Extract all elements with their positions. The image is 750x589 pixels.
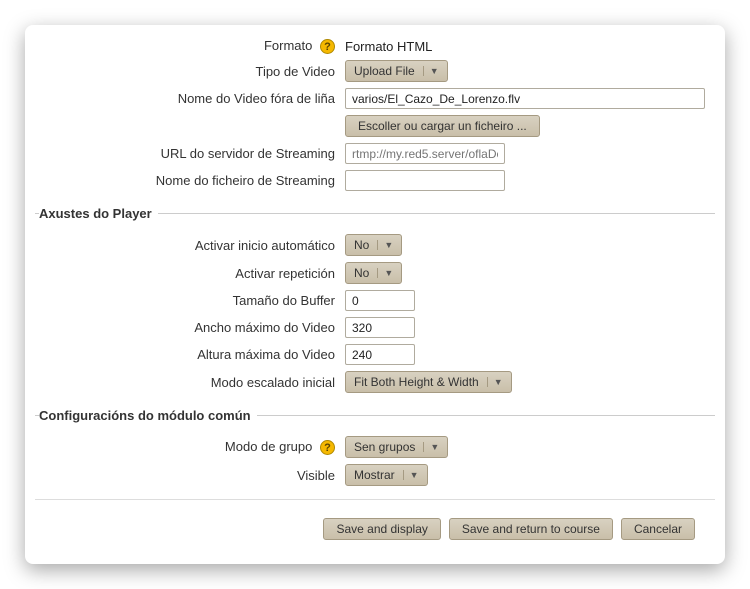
actions-bar: Save and display Save and return to cour…: [35, 499, 715, 544]
chevron-down-icon: ▼: [403, 470, 419, 480]
tipo-video-label: Tipo de Video: [35, 64, 345, 79]
common-legend: Configuracións do módulo común: [39, 408, 257, 423]
visible-select[interactable]: Mostrar ▼: [345, 464, 428, 486]
formato-value: Formato HTML: [345, 39, 432, 54]
width-label: Ancho máximo do Video: [35, 320, 345, 335]
width-input[interactable]: [345, 317, 415, 338]
player-fieldset: Axustes do Player Activar inicio automát…: [35, 206, 715, 396]
nome-video-label: Nome do Video fóra de liña: [35, 91, 345, 106]
autostart-label: Activar inicio automático: [35, 238, 345, 253]
scale-label: Modo escalado inicial: [35, 375, 345, 390]
visible-label: Visible: [35, 468, 345, 483]
group-mode-select[interactable]: Sen grupos ▼: [345, 436, 448, 458]
nome-streaming-input[interactable]: [345, 170, 505, 191]
height-input[interactable]: [345, 344, 415, 365]
save-and-return-button[interactable]: Save and return to course: [449, 518, 613, 540]
scale-select[interactable]: Fit Both Height & Width ▼: [345, 371, 512, 393]
autostart-select[interactable]: No ▼: [345, 234, 402, 256]
cancel-button[interactable]: Cancelar: [621, 518, 695, 540]
repeat-label: Activar repetición: [35, 266, 345, 281]
chevron-down-icon: ▼: [487, 377, 503, 387]
repeat-select[interactable]: No ▼: [345, 262, 402, 284]
player-legend: Axustes do Player: [39, 206, 158, 221]
common-fieldset: Configuracións do módulo común Modo de g…: [35, 408, 715, 489]
save-and-display-button[interactable]: Save and display: [323, 518, 440, 540]
tipo-video-select[interactable]: Upload File ▼: [345, 60, 448, 82]
nome-video-input[interactable]: [345, 88, 705, 109]
url-streaming-input: [345, 143, 505, 164]
height-label: Altura máxima do Video: [35, 347, 345, 362]
chevron-down-icon: ▼: [423, 66, 439, 76]
chevron-down-icon: ▼: [377, 268, 393, 278]
help-icon[interactable]: ?: [320, 440, 335, 455]
group-mode-label: Modo de grupo ?: [35, 439, 345, 455]
form-panel: Formato ? Formato HTML Tipo de Video Upl…: [25, 25, 725, 564]
buffer-label: Tamaño do Buffer: [35, 293, 345, 308]
chevron-down-icon: ▼: [423, 442, 439, 452]
buffer-input[interactable]: [345, 290, 415, 311]
formato-label: Formato ?: [35, 38, 345, 54]
escoller-ficheiro-button[interactable]: Escoller ou cargar un ficheiro ...: [345, 115, 540, 137]
chevron-down-icon: ▼: [377, 240, 393, 250]
nome-streaming-label: Nome do ficheiro de Streaming: [35, 173, 345, 188]
url-streaming-label: URL do servidor de Streaming: [35, 146, 345, 161]
help-icon[interactable]: ?: [320, 39, 335, 54]
